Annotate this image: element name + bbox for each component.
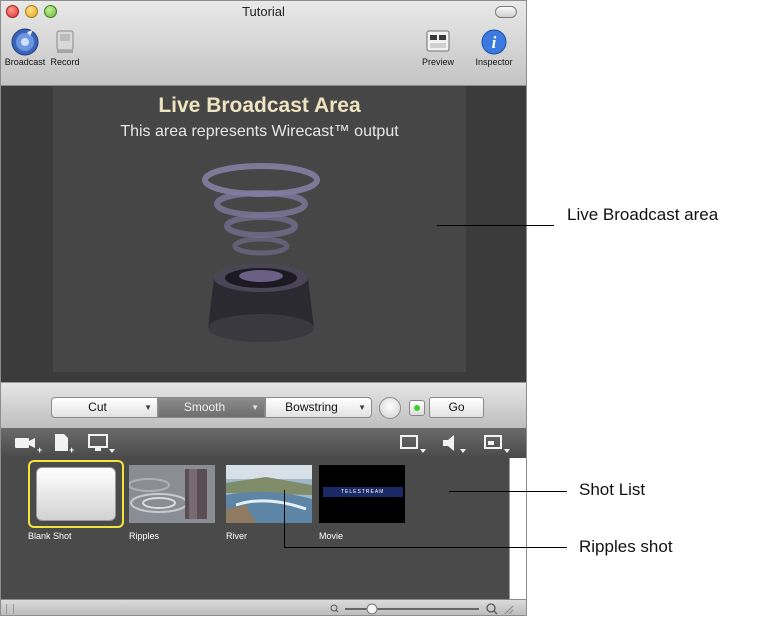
window-title: Tutorial	[242, 4, 285, 19]
shot-list: Blank Shot Ripples River TELESTREAM Movi…	[1, 458, 509, 599]
shot-list-toolbar: + +	[1, 428, 526, 459]
callout-line-ripples	[284, 547, 567, 548]
record-label: Record	[50, 57, 80, 67]
movie-thumbnail: TELESTREAM	[319, 465, 405, 523]
add-camera-shot-icon[interactable]: +	[13, 431, 43, 455]
toolbar-toggle-button[interactable]	[495, 6, 517, 18]
broadcast-area-title: Live Broadcast Area	[158, 94, 361, 117]
bowstring-transition-button[interactable]: Bowstring ▼	[265, 397, 372, 418]
svg-text:i: i	[492, 33, 497, 52]
speaker-icon[interactable]	[439, 431, 473, 455]
chevron-down-icon: ▼	[251, 403, 259, 412]
movie-thumbnail-banner: TELESTREAM	[323, 487, 403, 497]
broadcast-output-frame: Live Broadcast Area This area represents…	[53, 86, 466, 372]
shot-list-scrollbar[interactable]	[509, 458, 526, 599]
shot-name: River	[226, 531, 248, 541]
live-broadcast-area: Live Broadcast Area This area represents…	[1, 86, 526, 382]
callout-line-shot-list	[449, 491, 567, 492]
layer-view-icon[interactable]	[397, 431, 431, 455]
ripples-thumbnail	[129, 465, 215, 523]
record-button[interactable]: Record	[38, 28, 92, 67]
shot-name: Blank Shot	[28, 531, 72, 541]
callout-live-broadcast: Live Broadcast area	[567, 205, 719, 224]
cut-transition-button[interactable]: Cut ▼	[51, 397, 158, 418]
smooth-label: Smooth	[183, 400, 226, 414]
chevron-down-icon: ▼	[358, 403, 366, 412]
river-thumbnail	[226, 465, 312, 523]
preview-icon	[426, 30, 450, 52]
svg-text:+: +	[69, 445, 74, 455]
svg-text:+: +	[37, 445, 42, 455]
preview-label: Preview	[421, 57, 454, 67]
callout-ripples-shot: Ripples shot	[579, 537, 673, 556]
record-disk-icon	[56, 30, 74, 53]
smooth-transition-button[interactable]: Smooth ▼	[158, 397, 265, 418]
go-button[interactable]: Go	[429, 397, 484, 418]
resize-grip[interactable]	[6, 604, 14, 614]
thumbnail-size-slider[interactable]	[329, 602, 515, 616]
shot-name: Ripples	[129, 531, 160, 541]
green-light-icon	[414, 405, 420, 411]
info-icon: i	[481, 29, 507, 55]
preview-button[interactable]: Preview	[411, 28, 465, 67]
telestream-logo-text: TELESTREAM	[341, 489, 385, 495]
go-indicator	[409, 400, 425, 416]
callout-line-live-broadcast	[437, 225, 554, 226]
display-source-icon[interactable]	[85, 431, 119, 455]
transition-speed-button[interactable]	[379, 397, 401, 419]
chevron-down-icon: ▼	[144, 403, 152, 412]
add-media-shot-icon[interactable]: +	[49, 431, 77, 455]
blank-shot-thumbnail	[36, 467, 116, 521]
callout-line-ripples-vertical	[284, 490, 285, 547]
wirecast-window: Tutorial Broadcast Record Preview i Insp…	[0, 0, 527, 616]
cut-label: Cut	[88, 400, 107, 414]
camera-lens-icon	[202, 163, 320, 342]
title-bar: Tutorial Broadcast Record Preview i Insp…	[1, 1, 526, 86]
status-bar	[1, 599, 526, 616]
inspector-button[interactable]: i Inspector	[467, 28, 521, 67]
transition-controls: Cut ▼ Smooth ▼ Bowstring ▼ Go	[1, 382, 526, 430]
callout-shot-list: Shot List	[579, 480, 646, 499]
inspector-label: Inspector	[475, 57, 513, 67]
broadcast-icon	[11, 28, 39, 56]
bowstring-label: Bowstring	[285, 400, 338, 414]
broadcast-area-subtitle: This area represents Wirecast™ output	[120, 123, 399, 140]
picture-in-picture-icon[interactable]	[481, 431, 515, 455]
shot-name: Movie	[319, 531, 344, 541]
